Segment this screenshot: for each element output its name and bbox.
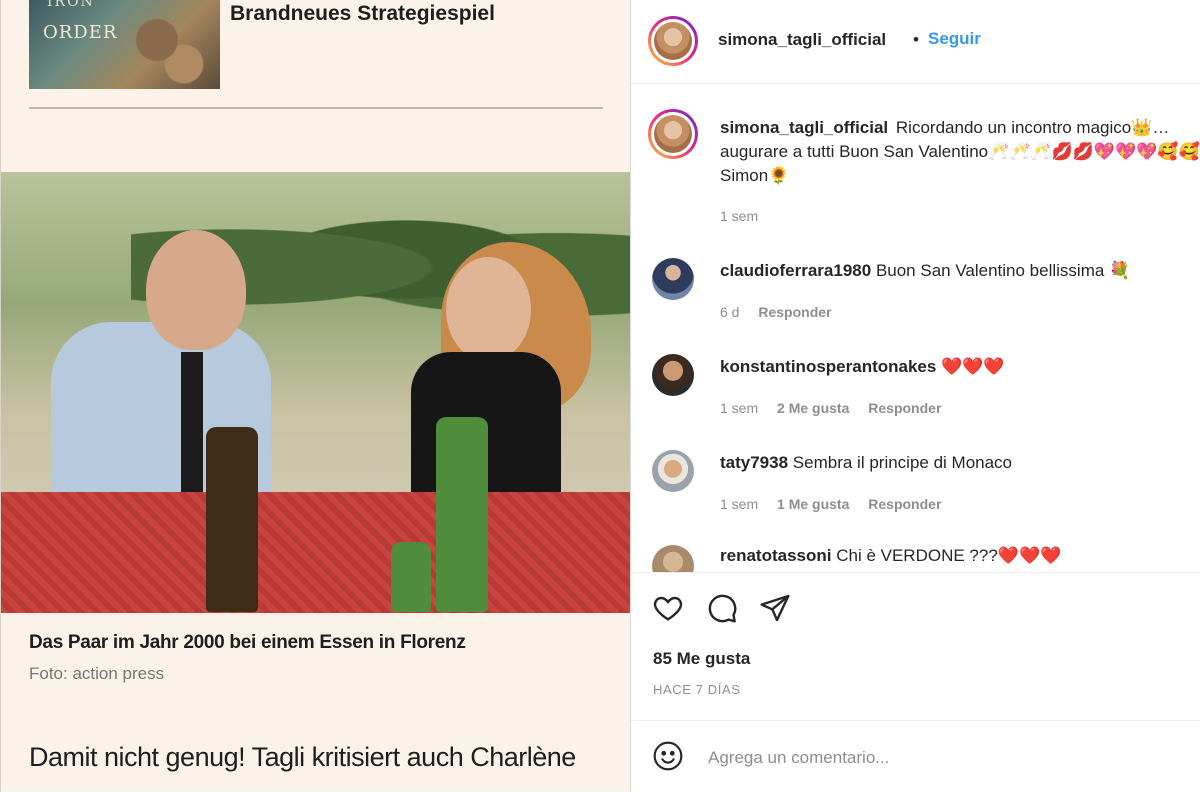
heart-icon[interactable] [652,592,684,624]
commenter-username[interactable]: claudioferrara1980 [720,261,871,280]
commenter-username[interactable]: konstantinosperantonakes [720,357,936,376]
caption-text-line3: Simon🌻 [720,166,790,185]
ad-headline[interactable]: Brandneues Strategiespiel [230,2,495,26]
photo-man-head [146,230,246,350]
caption-avatar[interactable] [648,109,698,159]
caption-username[interactable]: simona_tagli_official [720,118,888,137]
photo-tablecloth [1,492,631,613]
caption-text-line2: augurare a tutti Buon San Valentino🥂🥂🥂💋💋… [720,142,1200,161]
author-username[interactable]: simona_tagli_official [718,30,886,50]
comment-time[interactable]: 6 d [720,304,739,320]
post-actions: 85 Me gusta HACE 7 DÍAS [631,572,1200,721]
photo-water-bottle-2 [391,542,431,612]
photo-wine-bottle [206,427,258,612]
comment-text: ❤️❤️❤️ [941,357,1005,376]
smiley-icon[interactable] [652,740,684,772]
photo-tie [181,352,203,492]
article-photo [1,172,631,613]
header-separator: • [913,30,919,49]
reply-button[interactable]: Responder [868,400,941,416]
ad-thumb-artwork [121,8,211,88]
instagram-post-panel: simona_tagli_official • Seguir simona_ta… [630,0,1200,792]
caption-time[interactable]: 1 sem [720,208,758,224]
post-caption: simona_tagli_official Ricordando un inco… [720,116,1200,188]
likes-count[interactable]: 85 Me gusta [653,649,750,669]
ad-thumb-logo-top: IRON [47,0,95,10]
paper-plane-icon[interactable] [759,592,791,624]
commenter-avatar[interactable] [652,545,694,572]
commenter-avatar[interactable] [652,258,694,300]
comment-time[interactable]: 1 sem [720,496,758,512]
article-subheadline: Damit nicht genug! Tagli kritisiert auch… [29,742,576,772]
post-date[interactable]: HACE 7 DÍAS [653,682,741,697]
follow-button[interactable]: Seguir [928,29,981,49]
commenter-username[interactable]: renatotassoni [720,546,831,565]
comment-item: renatotassoni Chi è VERDONE ???❤️❤️❤️ [631,543,1200,572]
commenter-avatar[interactable] [652,450,694,492]
photo-water-bottle [436,417,488,612]
ad-thumb-logo-bottom: ORDER [43,22,118,43]
author-avatar[interactable] [648,16,698,66]
photo-credit: Foto: action press [29,664,165,683]
comment-text: Sembra il principe di Monaco [792,453,1013,472]
comment-likes[interactable]: 1 Me gusta [777,496,849,512]
comment-text: Buon San Valentino bellissima 💐 [875,261,1131,280]
photo-woman-face [446,257,531,362]
ad-thumbnail[interactable]: IRON ORDER [29,0,220,89]
comment-input[interactable] [706,743,1170,773]
post-header: simona_tagli_official • Seguir [631,0,1200,84]
caption-text-line1: Ricordando un incontro magico👑… [895,118,1170,137]
photo-caption: Das Paar im Jahr 2000 bei einem Essen in… [29,632,466,653]
article-screenshot: IRON ORDER Brandneues Strategiespiel Das… [0,0,631,792]
reply-button[interactable]: Responder [868,496,941,512]
commenter-avatar[interactable] [652,354,694,396]
comment-text: Chi è VERDONE ???❤️❤️❤️ [836,546,1062,565]
add-comment-bar [631,720,1200,793]
comment-likes[interactable]: 2 Me gusta [777,400,849,416]
comment-time[interactable]: 1 sem [720,400,758,416]
divider [29,107,603,109]
commenter-username[interactable]: taty7938 [720,453,788,472]
comment-bubble-icon[interactable] [706,592,738,624]
reply-button[interactable]: Responder [758,304,831,320]
